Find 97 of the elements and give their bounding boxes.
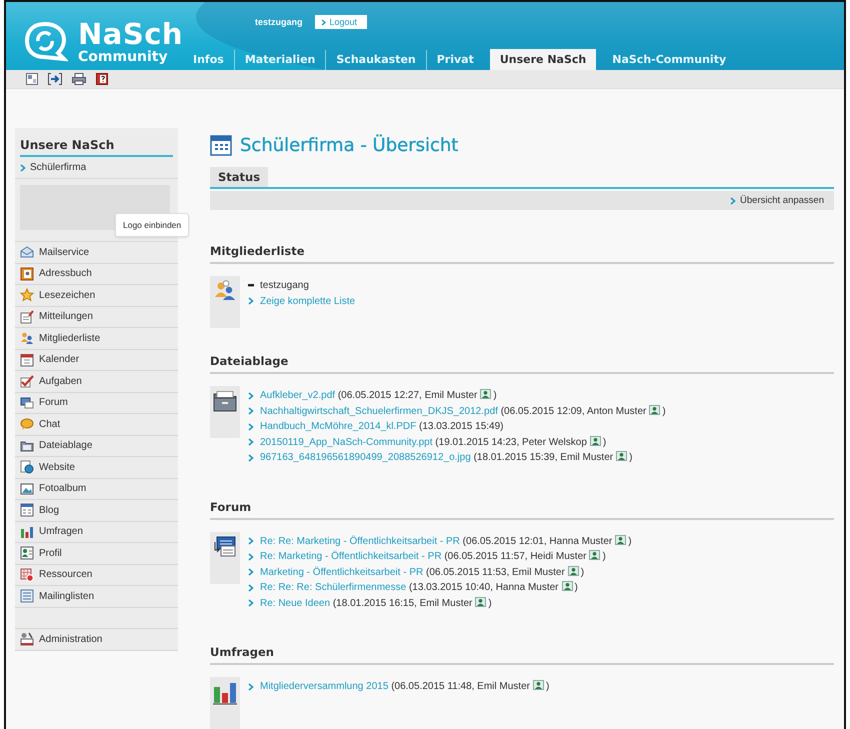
entry-meta: (06.05.2015 12:09, Anton Muster [500,406,646,416]
forum-icon [20,396,34,410]
checkmark-icon [20,374,34,388]
sidebar-item[interactable]: Profil [15,543,178,564]
chevron-icon [320,18,326,26]
sidebar-item[interactable]: Website [15,457,178,478]
entry-meta: (06.05.2015 12:27, Emil Muster [338,390,478,401]
meta-end: ) [662,406,666,416]
sidebar-title: Unsere NaSch [20,138,173,157]
star-icon [20,288,34,302]
admin-tools-icon [20,632,34,646]
entry-meta: (13.03.2015 15:49) [418,421,504,432]
sidebar-subitem[interactable]: Schülerfirma [30,162,86,173]
entry-meta: (06.05.2015 11:53, Emil Muster [426,566,565,578]
sidebar-item[interactable]: Ressourcen [15,564,178,586]
meta-end: ) [488,598,492,608]
people-icon [20,331,34,346]
profile-icon[interactable] [480,389,492,399]
meta-end: ) [574,582,578,593]
sidebar-item[interactable]: Mailinglisten [15,586,178,608]
meta-end: ) [546,681,550,692]
tab[interactable]: Status [210,167,268,187]
sidebar-item[interactable]: Kalender [15,350,178,371]
sidebar-item[interactable]: Fotoalbum [15,478,178,500]
meta-end: ) [493,390,497,401]
section-heading: Mitgliederliste [210,244,834,264]
sidebar-item[interactable]: Forum [15,392,178,414]
envelope-icon [20,245,34,260]
address-book-icon [20,266,34,281]
sidebar-item[interactable]: Dateiablage [15,436,178,457]
stacked-list-icon [20,589,34,604]
window-icon[interactable] [26,72,38,85]
meta-end: ) [602,436,606,448]
section-heading: Dateiablage [210,354,834,374]
bar-chart-icon [213,681,237,705]
meta-end: ) [602,551,606,562]
entry-meta: (06.05.2015 12:01, Hanna Muster [462,536,612,546]
sidebar-item[interactable]: Administration [15,629,178,650]
bar-chart-icon [20,524,34,539]
nav-tab[interactable]: Unsere NaSch [490,48,596,70]
printer-icon[interactable] [72,72,86,85]
profile-icon[interactable] [649,404,660,414]
speech-bubble-logo-icon [24,21,68,63]
chevron-icon [20,164,26,172]
profile-icon[interactable] [568,566,579,576]
photo-icon [20,482,34,496]
profile-icon[interactable] [590,436,601,446]
entry-meta: (18.01.2015 16:15, Emil Muster [332,598,472,608]
sidebar-item[interactable]: Aufgaben [15,371,178,392]
customize-link[interactable]: Übersicht anpassen [740,195,824,206]
people-icon [214,280,236,300]
sidebar-item[interactable]: Adressbuch [15,264,178,285]
sidebar-item[interactable]: Lesezeichen [15,285,178,306]
sidebar-item[interactable]: Chat [15,414,178,436]
profile-icon[interactable] [532,680,544,690]
folder-icon [213,390,237,412]
meta-end: ) [629,452,632,463]
login-arrow-icon[interactable] [48,72,62,85]
help-icon[interactable] [96,72,108,85]
tooltip: Logo einbinden [115,213,190,237]
page-title: Schülerfirma - Übersicht [240,134,458,156]
chevron-icon [248,682,254,691]
meta-end: ) [580,566,584,578]
globe-page-icon [20,460,34,474]
profile-icon[interactable] [475,596,486,606]
profile-card-icon [20,546,34,560]
folder-icon [20,438,34,453]
sidebar-item[interactable]: Blog [15,500,178,522]
username: testzugang [255,17,303,27]
member-name: testzugang [260,279,309,293]
logo-subtitle: Community [78,50,169,64]
notepad-icon [20,310,34,324]
chevron-icon [248,297,254,306]
chat-bubble-icon [20,417,34,432]
section-heading: Umfragen [210,645,834,665]
entry-meta: (06.05.2015 11:57, Heidi Muster [444,551,586,562]
calendar-icon [20,352,34,367]
entry-meta: (19.01.2015 14:23, Peter Welskop [435,436,587,448]
meta-end: ) [628,536,632,546]
chevron-icon [730,196,736,204]
section-heading: Forum [210,500,834,520]
dash-bullet-icon [248,284,254,288]
sidebar-item[interactable]: Mailservice [15,242,178,264]
entry-meta: (13.03.2015 10:40, Hanna Muster [408,582,558,593]
forum-icon [213,536,237,558]
profile-icon[interactable] [615,534,626,544]
calendar-icon [210,134,232,156]
sidebar-item[interactable]: Mitteilungen [15,306,178,328]
profile-icon[interactable] [589,550,600,560]
sidebar-item[interactable]: Umfragen [15,522,178,543]
logo-title: NaSch [78,20,184,49]
newspaper-icon [20,503,34,518]
entry-meta: (18.01.2015 15:39, Emil Muster [474,452,614,463]
entry-meta: (06.05.2015 11:48, Emil Muster [391,681,530,692]
profile-icon[interactable] [616,451,628,461]
profile-icon[interactable] [562,581,572,591]
sidebar-item[interactable]: Mitgliederliste [15,328,178,350]
